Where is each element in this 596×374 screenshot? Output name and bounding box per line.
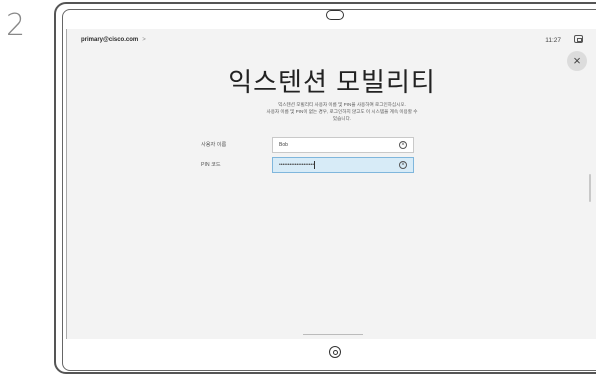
chevron-right-icon: > <box>142 37 146 43</box>
breadcrumb[interactable]: primary@cisco.com > <box>81 37 146 43</box>
username-label: 사용자 이름 <box>201 142 227 148</box>
touch-screen: primary@cisco.com > 11:27 × 익스텐션 모빌리티 익스텐… <box>66 29 596 339</box>
text-cursor <box>314 160 316 169</box>
home-indicator <box>303 334 363 335</box>
page-title: 익스텐션 모빌리티 <box>228 67 436 97</box>
username-value: Bob <box>279 142 288 148</box>
pin-label: PIN 코드 <box>201 162 221 168</box>
clear-icon[interactable]: × <box>399 161 407 169</box>
pin-value: •••••••••••••••••••• <box>279 162 315 168</box>
home-button[interactable] <box>329 346 341 358</box>
scrollbar[interactable] <box>589 174 591 202</box>
step-number: 2 <box>6 8 26 43</box>
clock: 11:27 <box>545 37 561 44</box>
camera-icon <box>326 10 344 20</box>
description: 익스텐션 모빌리티 사용자 이름 및 PIN을 사용하여 로그인하십시오. 사용… <box>227 101 457 122</box>
description-line: 있습니다. <box>332 116 352 121</box>
description-line: 사용자 이름 및 PIN이 없는 경우, 로그인하지 않고도 이 시스템을 계속… <box>266 109 418 114</box>
breadcrumb-user[interactable]: primary@cisco.com <box>81 37 138 43</box>
layout-icon[interactable] <box>574 35 583 43</box>
username-field[interactable]: Bob × <box>272 137 414 153</box>
pin-field[interactable]: •••••••••••••••••••• × <box>272 157 414 173</box>
description-line: 익스텐션 모빌리티 사용자 이름 및 PIN을 사용하여 로그인하십시오. <box>278 102 406 107</box>
clear-icon[interactable]: × <box>399 141 407 149</box>
